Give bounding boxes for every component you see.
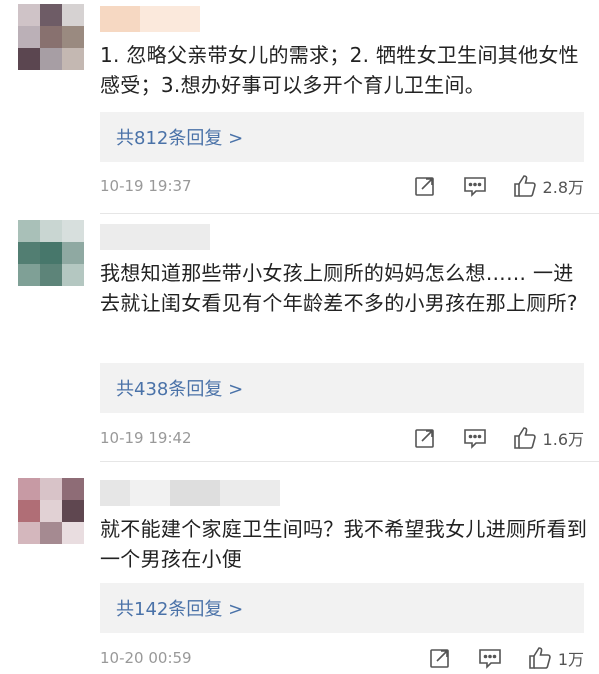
thumbs-up-icon[interactable] — [513, 426, 537, 450]
avatar[interactable] — [18, 4, 84, 70]
comment-text: 我想知道那些带小女孩上厕所的妈妈怎么想…… 一进去就让闺女看见有个年龄差不多的小… — [100, 261, 578, 315]
share-icon[interactable] — [413, 174, 437, 198]
username-blurred[interactable] — [100, 480, 280, 506]
comment-time: 10-20 00:59 — [100, 649, 192, 667]
comment-item: 1. 忽略父亲带女儿的需求；2. 牺牲女卫生间其他女性感受；3.想办好事可以多开… — [0, 0, 599, 215]
share-icon[interactable] — [428, 646, 452, 670]
thumbs-up-icon[interactable] — [513, 174, 537, 198]
view-replies-link[interactable]: 共438条回复 > — [100, 363, 584, 413]
username-blurred[interactable] — [100, 224, 210, 250]
divider — [100, 213, 599, 214]
action-bar: 1.6万 — [413, 425, 584, 451]
comment-meta: 10-20 00:59 1万 — [100, 645, 588, 671]
comment-text: 就不能建个家庭卫生间吗？我不希望我女儿进厕所看到一个男孩在小便 — [100, 517, 588, 571]
username-blurred[interactable] — [100, 6, 200, 32]
comment-item: 就不能建个家庭卫生间吗？我不希望我女儿进厕所看到一个男孩在小便 共142条回复 … — [0, 463, 599, 674]
like-count: 2.8万 — [542, 178, 584, 197]
comment-meta: 10-19 19:42 1.6万 — [100, 425, 588, 451]
comment-time: 10-19 19:37 — [100, 177, 192, 195]
action-bar: 1万 — [428, 645, 584, 671]
comment-item: 我想知道那些带小女孩上厕所的妈妈怎么想…… 一进去就让闺女看见有个年龄差不多的小… — [0, 215, 599, 463]
comment-icon[interactable] — [463, 426, 487, 450]
view-replies-link[interactable]: 共812条回复 > — [100, 112, 584, 162]
comment-icon[interactable] — [478, 646, 502, 670]
divider — [100, 461, 599, 462]
action-bar: 2.8万 — [413, 173, 584, 199]
like-count: 1.6万 — [542, 430, 584, 449]
share-icon[interactable] — [413, 426, 437, 450]
comment-text: 1. 忽略父亲带女儿的需求；2. 牺牲女卫生间其他女性感受；3.想办好事可以多开… — [100, 43, 579, 97]
thumbs-up-icon[interactable] — [528, 646, 552, 670]
comment-icon[interactable] — [463, 174, 487, 198]
avatar[interactable] — [18, 478, 84, 544]
view-replies-link[interactable]: 共142条回复 > — [100, 583, 584, 633]
avatar[interactable] — [18, 220, 84, 286]
comment-time: 10-19 19:42 — [100, 429, 192, 447]
like-count: 1万 — [557, 650, 584, 669]
comment-meta: 10-19 19:37 2.8万 — [100, 173, 588, 199]
